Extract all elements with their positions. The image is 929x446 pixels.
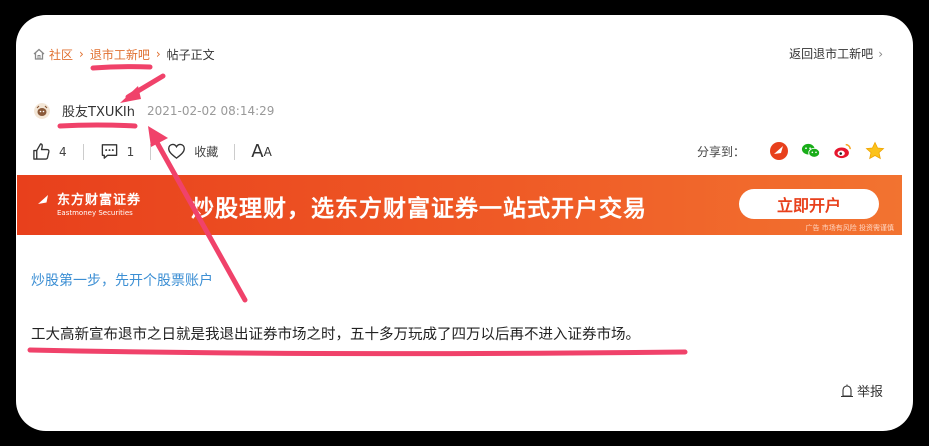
ad-slogan: 炒股理财，选东方财富证券一站式开户交易 bbox=[191, 196, 647, 222]
chevron-right-icon: › bbox=[155, 47, 161, 61]
avatar[interactable] bbox=[34, 102, 50, 119]
breadcrumb-current: 帖子正文 bbox=[166, 47, 215, 62]
comment-button[interactable]: 1 bbox=[100, 142, 135, 161]
heart-icon bbox=[168, 143, 186, 159]
comment-count: 1 bbox=[126, 144, 135, 159]
post-card: 社区 › 退市工新吧 › 帖子正文 返回退市工新吧 › 股友TXUKIh 202… bbox=[16, 15, 913, 431]
share-wechat-icon[interactable] bbox=[801, 141, 821, 161]
post-body-text: 工大高新宣布退市之日就是我退出证券市场之时，五十多万玩成了四万以后再不进入证券市… bbox=[31, 327, 640, 343]
eastmoney-logo-icon bbox=[38, 195, 48, 204]
thumbs-up-icon bbox=[33, 143, 50, 160]
chevron-right-icon: › bbox=[79, 47, 84, 61]
share-label: 分享到： bbox=[696, 144, 745, 159]
chevron-right-icon: › bbox=[878, 46, 883, 61]
share-qzone-icon[interactable] bbox=[865, 141, 885, 161]
font-size-large: A bbox=[251, 141, 264, 162]
breadcrumb: 社区 › 退市工新吧 › 帖子正文 bbox=[32, 45, 215, 63]
open-account-button[interactable]: 立即开户 bbox=[739, 189, 879, 219]
favorite-label: 收藏 bbox=[194, 145, 219, 159]
ad-disclaimer: 广告 市场有风险 投资需谨慎 bbox=[805, 224, 894, 232]
breadcrumb-forum[interactable]: 退市工新吧 bbox=[90, 46, 150, 63]
report-icon bbox=[840, 384, 853, 397]
like-button[interactable]: 4 bbox=[32, 142, 67, 161]
breadcrumb-community[interactable]: 社区 bbox=[49, 46, 73, 63]
comment-icon bbox=[101, 144, 117, 159]
author-name[interactable]: 股友TXUKIh bbox=[62, 101, 135, 120]
like-count: 4 bbox=[59, 144, 67, 159]
divider bbox=[234, 143, 236, 160]
ad-brand: 东方财富证券 Eastmoney Securities bbox=[57, 189, 141, 217]
favorite-button[interactable]: 收藏 bbox=[167, 142, 218, 161]
divider bbox=[150, 143, 152, 160]
ad-banner[interactable]: 东方财富证券 Eastmoney Securities 炒股理财，选东方财富证券… bbox=[17, 175, 902, 235]
back-to-forum-label: 返回退市工新吧 bbox=[789, 47, 874, 61]
font-size-toggle[interactable]: AA bbox=[251, 141, 272, 162]
font-size-small: A bbox=[263, 144, 272, 159]
open-account-promo-link[interactable]: 炒股第一步，先开个股票账户 bbox=[31, 270, 213, 290]
back-to-forum-link[interactable]: 返回退市工新吧 › bbox=[789, 45, 883, 62]
home-icon[interactable] bbox=[32, 47, 46, 61]
ad-brand-cn: 东方财富证券 bbox=[57, 193, 142, 208]
share-eastmoney-icon[interactable] bbox=[769, 141, 789, 161]
share-weibo-icon[interactable] bbox=[833, 141, 853, 161]
post-author-row: 股友TXUKIh 2021-02-02 08:14:29 bbox=[34, 101, 274, 120]
report-label: 举报 bbox=[856, 385, 883, 400]
divider bbox=[82, 143, 84, 160]
share-bar: 分享到： bbox=[697, 141, 885, 161]
report-button[interactable]: 举报 bbox=[840, 381, 883, 400]
post-time: 2021-02-02 08:14:29 bbox=[146, 103, 275, 118]
ad-brand-en: Eastmoney Securities bbox=[57, 209, 133, 217]
action-bar: 4 1 收藏 AA bbox=[32, 141, 272, 162]
